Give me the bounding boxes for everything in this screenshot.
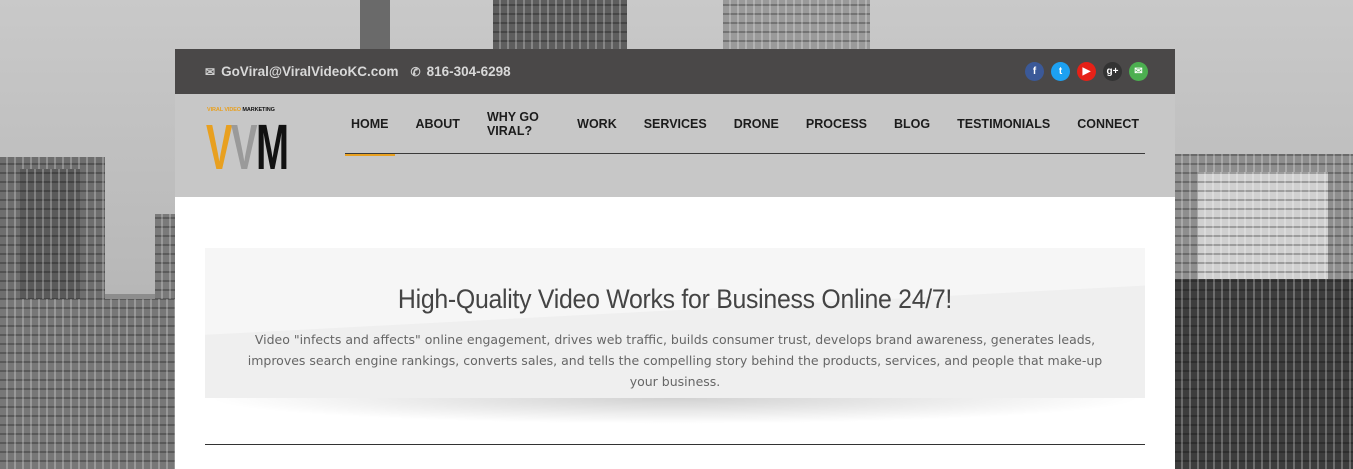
email-text: GoViral@ViralVideoKC.com (221, 64, 399, 79)
main-nav: HOME ABOUT WHY GO VIRAL? WORK SERVICES DRONE P… (345, 94, 1145, 156)
nav-item-services[interactable]: SERVICES (638, 94, 713, 154)
top-contact-bar: ✉ GoViral@ViralVideoKC.com ✆ 816-304-629… (175, 49, 1175, 94)
logo-letter: V (206, 111, 232, 183)
site-header: VIRAL VIDEO MARKETING VVM HOME ABOUT WHY G… (175, 94, 1175, 197)
email-icon[interactable]: ✉ (1129, 62, 1148, 81)
nav-item-connect[interactable]: CONNECT (1071, 94, 1145, 154)
hero-shadow (205, 398, 1145, 424)
email-link[interactable]: ✉ GoViral@ViralVideoKC.com (205, 64, 399, 79)
nav-item-blog[interactable]: BLOG (888, 94, 936, 154)
nav-item-about[interactable]: ABOUT (410, 94, 466, 154)
google-plus-icon[interactable]: g+ (1103, 62, 1122, 81)
main-content: High-Quality Video Works for Business On… (175, 197, 1175, 469)
hero-panel: High-Quality Video Works for Business On… (205, 248, 1145, 398)
facebook-icon[interactable]: f (1025, 62, 1044, 81)
nav-item-process[interactable]: PROCESS (800, 94, 873, 154)
nav-item-why-go-viral[interactable]: WHY GO VIRAL? (481, 94, 556, 154)
youtube-icon[interactable]: ▶ (1077, 62, 1096, 81)
nav-item-drone[interactable]: DRONE (728, 94, 785, 154)
phone-text: 816-304-6298 (426, 64, 511, 79)
site-container: ✉ GoViral@ViralVideoKC.com ✆ 816-304-629… (175, 49, 1175, 469)
twitter-icon[interactable]: t (1051, 62, 1070, 81)
vvm-logo[interactable]: VIRAL VIDEO MARKETING VVM (205, 107, 289, 184)
phone-icon: ✆ (410, 64, 421, 79)
logo-letter: V (231, 111, 257, 183)
envelope-icon: ✉ (205, 64, 216, 79)
hero-title: High-Quality Video Works for Business On… (397, 284, 953, 314)
hero-body: Video "infects and affects" online engag… (247, 332, 1103, 389)
nav-item-testimonials[interactable]: TESTIMONIALS (951, 94, 1056, 154)
phone-link[interactable]: ✆ 816-304-6298 (411, 64, 511, 79)
nav-item-home[interactable]: HOME (345, 94, 395, 156)
section-divider (205, 444, 1145, 445)
logo-letter: M (256, 111, 289, 183)
social-icons: f t ▶ g+ ✉ (1025, 62, 1148, 81)
nav-item-work[interactable]: WORK (571, 94, 623, 154)
